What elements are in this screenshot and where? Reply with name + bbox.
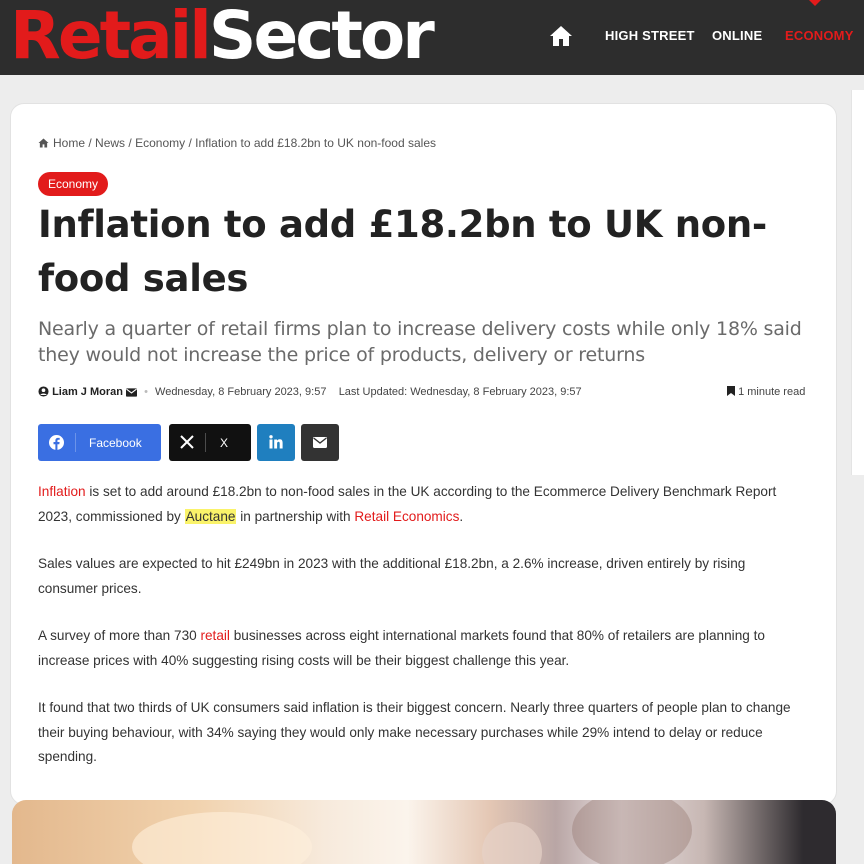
breadcrumb: Home / News / Economy / Inflation to add… [38,136,436,150]
breadcrumb-current: Inflation to add £18.2bn to UK non-food … [195,136,436,150]
image-detail [572,800,692,864]
user-icon [38,386,49,397]
paragraph-text: . [459,508,464,524]
share-facebook-button[interactable]: Facebook [38,424,161,461]
breadcrumb-home[interactable]: Home [53,136,85,150]
article-subtitle: Nearly a quarter of retail firms plan to… [38,318,802,366]
article-meta: Liam J Moran • Wednesday, 8 February 202… [38,386,582,398]
linkedin-icon [269,435,283,449]
logo-word-retail: Retail [10,0,212,74]
share-email-button[interactable] [301,424,339,461]
article-paragraph-1: Inflation is set to add around £18.2bn t… [38,480,808,529]
meta-dot: • [144,386,148,398]
envelope-icon [313,437,327,448]
active-nav-indicator [809,0,821,6]
nav-high-street[interactable]: HIGH STREET [605,28,695,43]
article-title: Inflation to add £18.2bn to UK non-food … [38,203,767,300]
updated-date: Last Updated: Wednesday, 8 February 2023… [338,386,582,398]
read-time: 1 minute read [727,386,805,398]
logo-word-sector: Sector [208,0,435,74]
breadcrumb-separator: / [128,136,132,150]
breadcrumb-separator: / [88,136,92,150]
envelope-icon[interactable] [126,388,138,397]
share-divider [205,433,206,452]
share-x-button[interactable]: X [169,424,251,461]
share-linkedin-button[interactable] [257,424,295,461]
share-x-label: X [220,436,229,450]
breadcrumb-home-icon [38,138,49,148]
site-header: RetailSector HIGH STREET ONLINE ECONOMY [0,0,864,75]
read-time-label: 1 minute read [738,386,806,398]
image-detail [132,812,312,864]
article-paragraph-4: It found that two thirds of UK consumers… [38,700,791,764]
facebook-icon [49,435,64,450]
x-icon [180,435,194,449]
link-retail-economics[interactable]: Retail Economics [354,509,459,524]
highlight-auctane: Auctane [184,508,237,524]
nav-online[interactable]: ONLINE [712,28,762,43]
link-retail[interactable]: retail [200,628,229,643]
share-divider [75,433,76,452]
paragraph-text: A survey of more than 730 [38,628,201,643]
share-facebook-label: Facebook [89,436,142,450]
nav-economy[interactable]: ECONOMY [785,28,854,43]
category-badge[interactable]: Economy [38,172,109,196]
article-paragraph-2: Sales values are expected to hit £249bn … [38,556,746,596]
breadcrumb-news[interactable]: News [95,136,125,150]
link-inflation[interactable]: Inflation [38,484,86,499]
site-logo[interactable]: RetailSector [10,0,435,78]
publish-date: Wednesday, 8 February 2023, 9:57 [155,386,327,398]
paragraph-text: in partnership with [236,508,355,524]
home-icon[interactable] [549,25,573,47]
bookmark-icon [727,386,735,396]
breadcrumb-separator: / [188,136,192,150]
sidebar-panel-edge [851,90,864,475]
article-paragraph-3: A survey of more than 730 retail busines… [38,624,808,673]
author-link[interactable]: Liam J Moran [52,386,123,398]
breadcrumb-economy[interactable]: Economy [135,136,185,150]
article-image [12,800,836,864]
image-detail [482,822,542,864]
